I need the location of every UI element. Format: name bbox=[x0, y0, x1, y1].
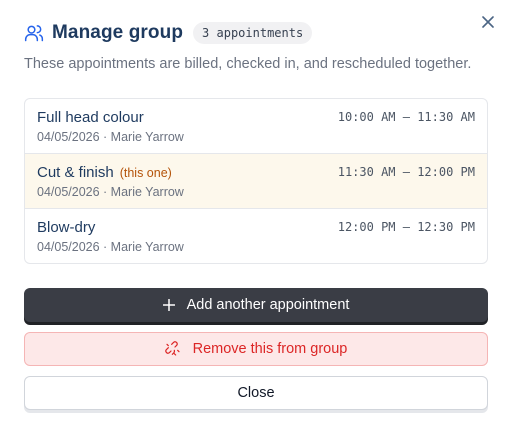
appointment-list: Full head colour 04/05/2026 · Marie Yarr… bbox=[24, 98, 488, 264]
close-icon[interactable] bbox=[480, 14, 496, 30]
time-range: 12:00 PM – 12:30 PM bbox=[337, 220, 475, 234]
date-staff: 04/05/2026 · Marie Yarrow bbox=[37, 185, 184, 199]
users-icon bbox=[24, 23, 44, 43]
service-name: Full head colour bbox=[37, 109, 144, 126]
time-range: 10:00 AM – 11:30 AM bbox=[337, 110, 475, 124]
close-button[interactable]: Close bbox=[24, 376, 488, 410]
remove-from-group-button[interactable]: Remove this from group bbox=[24, 332, 488, 366]
add-appointment-button[interactable]: Add another appointment bbox=[24, 288, 488, 322]
appointment-row[interactable]: Blow-dry 04/05/2026 · Marie Yarrow 12:00… bbox=[25, 209, 487, 263]
service-name: Cut & finish (this one) bbox=[37, 164, 172, 181]
dialog-subtitle: These appointments are billed, checked i… bbox=[24, 56, 472, 72]
remove-from-group-label: Remove this from group bbox=[192, 341, 348, 357]
time-range: 11:30 AM – 12:00 PM bbox=[337, 165, 475, 179]
dialog-header: Manage group 3 appointments bbox=[24, 22, 313, 44]
service-name: Blow-dry bbox=[37, 219, 96, 236]
manage-group-dialog: Manage group 3 appointments These appoin… bbox=[0, 0, 512, 436]
date-staff: 04/05/2026 · Marie Yarrow bbox=[37, 130, 184, 144]
this-one-tag: (this one) bbox=[119, 166, 172, 180]
dialog-title: Manage group bbox=[52, 22, 184, 43]
close-button-label: Close bbox=[237, 385, 275, 401]
appointment-row[interactable]: Full head colour 04/05/2026 · Marie Yarr… bbox=[25, 99, 487, 154]
unlink-icon bbox=[164, 341, 181, 357]
date-staff: 04/05/2026 · Marie Yarrow bbox=[37, 240, 184, 254]
plus-icon bbox=[162, 299, 175, 311]
add-appointment-label: Add another appointment bbox=[186, 297, 350, 313]
appointment-row-current[interactable]: Cut & finish (this one) 04/05/2026 · Mari… bbox=[25, 154, 487, 209]
appointment-count-badge: 3 appointments bbox=[193, 22, 313, 44]
